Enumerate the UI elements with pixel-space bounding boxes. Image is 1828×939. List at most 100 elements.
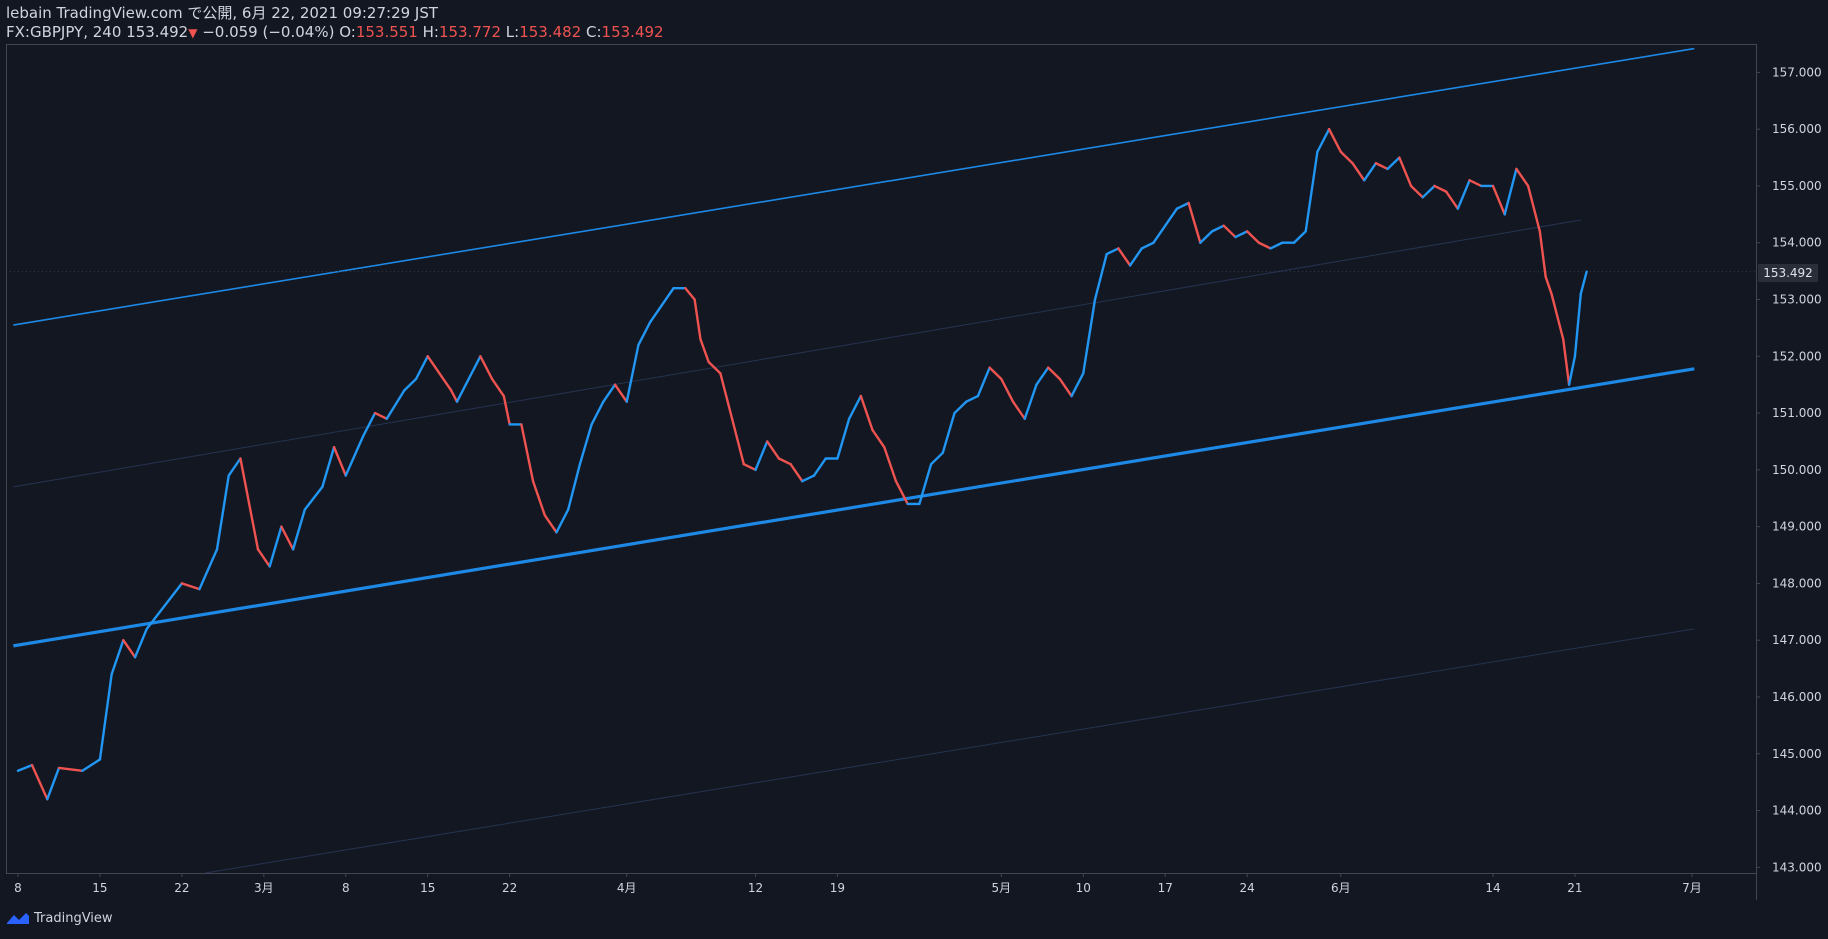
price-segment — [479, 355, 494, 381]
price-segment — [1222, 224, 1237, 239]
price-segment — [280, 525, 295, 551]
price-segment — [1363, 162, 1378, 182]
price-segment — [1257, 241, 1272, 250]
price-segment — [1117, 247, 1132, 267]
price-segment — [30, 763, 49, 801]
price-segment — [1456, 179, 1471, 210]
x-tick-label: 24 — [1240, 881, 1255, 895]
price-segment — [1468, 179, 1483, 188]
price-segment — [133, 627, 148, 659]
x-tick-label: 8 — [14, 881, 22, 895]
price-segment — [847, 394, 863, 420]
y-tick-label: 146.000 — [1772, 690, 1822, 704]
price-segment — [1035, 366, 1050, 386]
x-tick-label: 5月 — [992, 881, 1012, 895]
channel-mid-upper-line[interactable] — [13, 219, 1581, 488]
y-tick-label: 145.000 — [1772, 747, 1822, 761]
price-segment — [46, 766, 61, 801]
tradingview-logo-icon — [7, 913, 29, 924]
price-segment — [707, 360, 722, 375]
brand-label: TradingView — [34, 910, 113, 926]
price-segment — [754, 440, 769, 472]
x-tick-label: 21 — [1567, 881, 1582, 895]
price-segment — [180, 582, 201, 591]
price-segment — [648, 303, 664, 324]
channel-upper-line[interactable] — [13, 47, 1695, 326]
price-segment — [1339, 150, 1354, 165]
price-segment — [16, 763, 34, 772]
price-segment — [777, 457, 792, 466]
price-segment — [1234, 230, 1249, 239]
price-segment — [1444, 190, 1460, 210]
price-segment — [660, 286, 675, 307]
price-series[interactable] — [16, 127, 1588, 801]
price-segment — [256, 548, 271, 568]
channel-lines[interactable] — [6, 47, 1756, 874]
y-tick-label: 157.000 — [1772, 65, 1822, 79]
y-tick-label: 152.000 — [1772, 349, 1822, 363]
price-segment — [449, 389, 459, 403]
price-segment — [1562, 338, 1571, 386]
price-segment — [1046, 366, 1062, 381]
price-segment — [918, 462, 933, 506]
price-segment — [1082, 298, 1097, 375]
price-segment — [742, 462, 757, 472]
price-segment — [303, 485, 324, 511]
price-segment — [1105, 247, 1120, 256]
price-segment — [227, 457, 242, 477]
price-segment — [1058, 377, 1073, 398]
price-segment — [385, 389, 406, 420]
price-segment — [836, 417, 851, 460]
channel-mid-lower-line[interactable] — [205, 628, 1695, 874]
y-tick-label: 148.000 — [1772, 576, 1822, 590]
y-tick-label: 149.000 — [1772, 520, 1822, 534]
price-segment — [1579, 270, 1588, 296]
footer-brand[interactable]: TradingView — [6, 910, 113, 926]
price-segment — [344, 434, 365, 477]
price-segment — [1023, 383, 1038, 420]
price-segment — [1175, 201, 1190, 210]
price-segment — [812, 457, 827, 477]
price-segment — [929, 451, 944, 466]
time-axis[interactable]: 8 15 22 3月 8 15 22 4月 12 19 5月 10 17 24 6月 14 21 7月 — [14, 873, 1702, 895]
price-segment — [1327, 127, 1343, 154]
y-tick-label: 150.000 — [1772, 463, 1822, 477]
price-segment — [625, 343, 640, 403]
price-segment — [1292, 230, 1307, 244]
price-segment — [110, 638, 125, 676]
price-segment — [490, 377, 506, 398]
price-segment — [239, 457, 260, 551]
price-segment — [1398, 156, 1413, 188]
price-segment — [291, 508, 307, 551]
price-segment — [699, 338, 710, 364]
price-segment — [373, 411, 388, 420]
price-axis[interactable]: 143.000 144.000 145.000 146.000 147.000 148.0… — [1756, 65, 1822, 874]
price-segment — [57, 766, 84, 772]
price-segment — [426, 355, 441, 375]
x-tick-label: 15 — [92, 881, 107, 895]
price-chart[interactable]: 143.000 144.000 145.000 146.000 147.000 148.0… — [0, 0, 1828, 939]
price-segment — [613, 383, 628, 403]
price-segment — [1140, 241, 1155, 250]
price-segment — [1000, 377, 1015, 403]
price-segment — [332, 445, 347, 477]
price-segment — [502, 394, 511, 426]
price-segment — [953, 400, 968, 415]
y-tick-label: 143.000 — [1772, 860, 1822, 874]
x-tick-label: 17 — [1158, 881, 1173, 895]
price-segment — [321, 445, 336, 489]
price-segment — [941, 411, 956, 455]
price-segment — [637, 321, 652, 347]
price-segment — [531, 480, 546, 517]
price-segment — [801, 474, 816, 483]
price-segment — [414, 355, 429, 381]
y-tick-label: 156.000 — [1772, 122, 1822, 136]
price-segment — [215, 474, 230, 551]
price-segment — [1544, 275, 1553, 296]
price-segment — [1128, 247, 1144, 267]
price-segment — [976, 366, 991, 398]
x-tick-label: 22 — [174, 881, 189, 895]
price-segment — [1199, 230, 1214, 244]
price-segment — [1526, 184, 1542, 233]
price-segment — [1503, 167, 1518, 216]
